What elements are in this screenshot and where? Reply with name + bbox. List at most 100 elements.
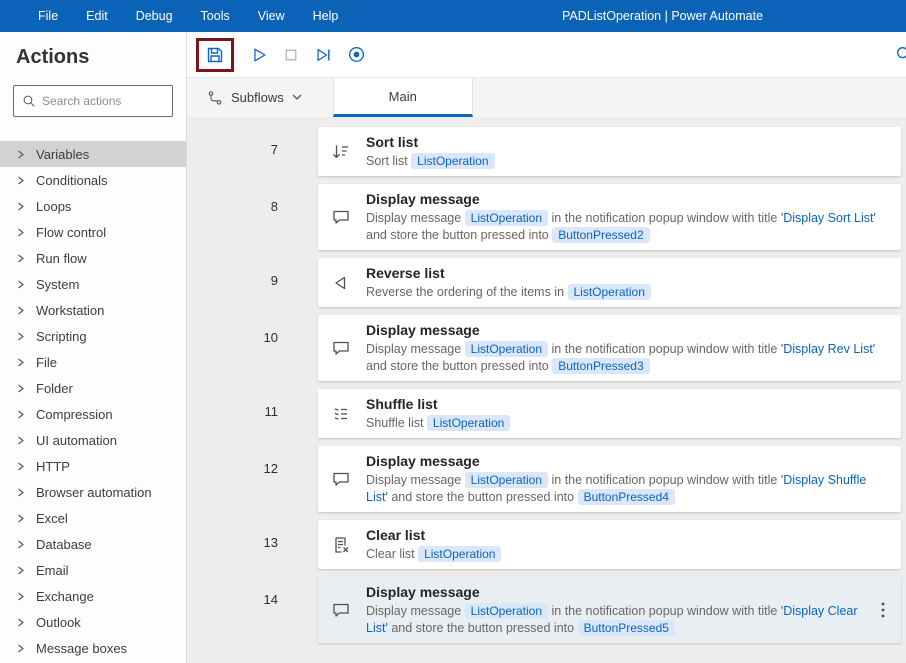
run-next-action-button[interactable]: [314, 46, 332, 64]
variable-pill[interactable]: ButtonPressed3: [552, 358, 650, 374]
kebab-menu-button[interactable]: [877, 602, 889, 618]
action-title: Shuffle list: [366, 396, 438, 412]
variable-pill[interactable]: ButtonPressed4: [577, 489, 675, 505]
desc-text: Display message: [366, 211, 465, 225]
row-number: 10: [263, 330, 278, 345]
workflow-row: 7 Sort list Sort list ListOperation: [187, 127, 906, 176]
card-text: Shuffle list Shuffle list ListOperation: [366, 395, 889, 432]
sidebar-item-email[interactable]: Email: [0, 557, 186, 583]
category-label: Email: [36, 562, 69, 578]
card-text: Display message Display message ListOpera…: [366, 321, 889, 375]
sidebar-item-folder[interactable]: Folder: [0, 375, 186, 401]
action-description: Display message ListOperation in the not…: [366, 341, 889, 375]
variable-pill[interactable]: ListOperation: [464, 472, 549, 488]
actions-search-box[interactable]: [13, 85, 173, 117]
sidebar-item-ui-automation[interactable]: UI automation: [0, 427, 186, 453]
annotation-highlight-box: [196, 37, 234, 72]
sidebar-item-exchange[interactable]: Exchange: [0, 583, 186, 609]
toolbar-search-button[interactable]: [895, 45, 906, 63]
workflow-row: 8 Display message Display message ListOper…: [187, 184, 906, 250]
workflow-row: 12 Display message Display message ListOpe…: [187, 446, 906, 512]
run-button[interactable]: [250, 46, 268, 64]
display-message-icon: [330, 600, 352, 620]
category-label: Message boxes: [36, 640, 128, 656]
menu-tools[interactable]: Tools: [187, 0, 244, 32]
sidebar-item-database[interactable]: Database: [0, 531, 186, 557]
variable-pill[interactable]: ListOperation: [426, 415, 511, 431]
sidebar-item-conditionals[interactable]: Conditionals: [0, 167, 186, 193]
chevron-right-icon: [17, 592, 25, 601]
action-card-reverse-list-9[interactable]: Reverse list Reverse the ordering of the …: [318, 258, 901, 307]
menubar: File Edit Debug Tools View Help PADListOperat…: [0, 0, 906, 32]
desc-text: Sort list: [366, 154, 412, 168]
stop-icon: [283, 47, 299, 63]
desc-text: in the notification popup window with ti…: [548, 604, 781, 618]
sidebar-item-system[interactable]: System: [0, 271, 186, 297]
menu-edit[interactable]: Edit: [72, 0, 122, 32]
category-label: Excel: [36, 510, 68, 526]
sidebar-item-scripting[interactable]: Scripting: [0, 323, 186, 349]
variable-pill[interactable]: ListOperation: [464, 603, 549, 619]
sidebar-item-outlook[interactable]: Outlook: [0, 609, 186, 635]
power-automate-window: { "colors": { "accent": "#0b64c0", "titl…: [0, 0, 906, 663]
action-title: Display message: [366, 191, 480, 207]
chevron-right-icon: [17, 410, 25, 419]
chevron-right-icon: [17, 566, 25, 575]
sidebar-item-workstation[interactable]: Workstation: [0, 297, 186, 323]
chevron-right-icon: [17, 436, 25, 445]
category-label: Loops: [36, 198, 72, 214]
action-card-display-message-8[interactable]: Display message Display message ListOpera…: [318, 184, 901, 250]
menu-help[interactable]: Help: [299, 0, 353, 32]
action-description: Shuffle list ListOperation: [366, 415, 889, 432]
card-text: Display message Display message ListOpera…: [366, 583, 863, 637]
sidebar-item-variables[interactable]: Variables: [0, 141, 186, 167]
menu-debug[interactable]: Debug: [122, 0, 187, 32]
sidebar-item-message-boxes[interactable]: Message boxes: [0, 635, 186, 661]
menu-view[interactable]: View: [244, 0, 299, 32]
chevron-right-icon: [17, 228, 25, 237]
chevron-right-icon: [17, 462, 25, 471]
desc-text: Shuffle list: [366, 416, 427, 430]
menu-file[interactable]: File: [24, 0, 72, 32]
sidebar-item-http[interactable]: HTTP: [0, 453, 186, 479]
desc-text: and store the button pressed into: [387, 490, 578, 504]
sidebar-item-browser-automation[interactable]: Browser automation: [0, 479, 186, 505]
category-label: Conditionals: [36, 172, 108, 188]
search-actions-input[interactable]: [42, 94, 164, 108]
tab-main[interactable]: Main: [332, 78, 473, 117]
category-label: Flow control: [36, 224, 107, 240]
category-label: Outlook: [36, 614, 81, 630]
action-card-sort-list-7[interactable]: Sort list Sort list ListOperation: [318, 127, 901, 176]
sidebar-item-loops[interactable]: Loops: [0, 193, 186, 219]
card-text: Display message Display message ListOpera…: [366, 190, 889, 244]
workflow-row: 10 Display message Display message ListOpe…: [187, 315, 906, 381]
action-card-display-message-10[interactable]: Display message Display message ListOpera…: [318, 315, 901, 381]
action-card-shuffle-list-11[interactable]: Shuffle list Shuffle list ListOperation: [318, 389, 901, 438]
action-title: Display message: [366, 453, 480, 469]
action-card-display-message-12[interactable]: Display message Display message ListOpera…: [318, 446, 901, 512]
save-button[interactable]: [205, 45, 225, 65]
sidebar-item-file[interactable]: File: [0, 349, 186, 375]
action-card-clear-list-13[interactable]: Clear list Clear list ListOperation: [318, 520, 901, 569]
variable-pill[interactable]: ButtonPressed2: [552, 227, 650, 243]
sidebar-item-run-flow[interactable]: Run flow: [0, 245, 186, 271]
category-label: HTTP: [36, 458, 70, 474]
variable-pill[interactable]: ListOperation: [567, 284, 651, 300]
reverse-list-icon: [330, 273, 352, 293]
action-card-display-message-14[interactable]: Display message Display message ListOpera…: [318, 577, 901, 643]
desc-text: and store the button pressed into: [387, 621, 578, 635]
stop-button[interactable]: [283, 47, 299, 63]
display-message-icon: [330, 469, 352, 489]
record-button[interactable]: [347, 45, 366, 64]
action-title: Display message: [366, 322, 480, 338]
variable-pill[interactable]: ListOperation: [411, 153, 495, 169]
subflows-button[interactable]: Subflows: [207, 78, 302, 117]
sidebar-item-compression[interactable]: Compression: [0, 401, 186, 427]
variable-pill[interactable]: ListOperation: [464, 341, 549, 357]
variable-pill[interactable]: ListOperation: [418, 546, 502, 562]
variable-pill[interactable]: ButtonPressed5: [577, 620, 675, 636]
variable-pill[interactable]: ListOperation: [464, 210, 549, 226]
sidebar-item-excel[interactable]: Excel: [0, 505, 186, 531]
sidebar-item-flow-control[interactable]: Flow control: [0, 219, 186, 245]
chevron-right-icon: [17, 488, 25, 497]
